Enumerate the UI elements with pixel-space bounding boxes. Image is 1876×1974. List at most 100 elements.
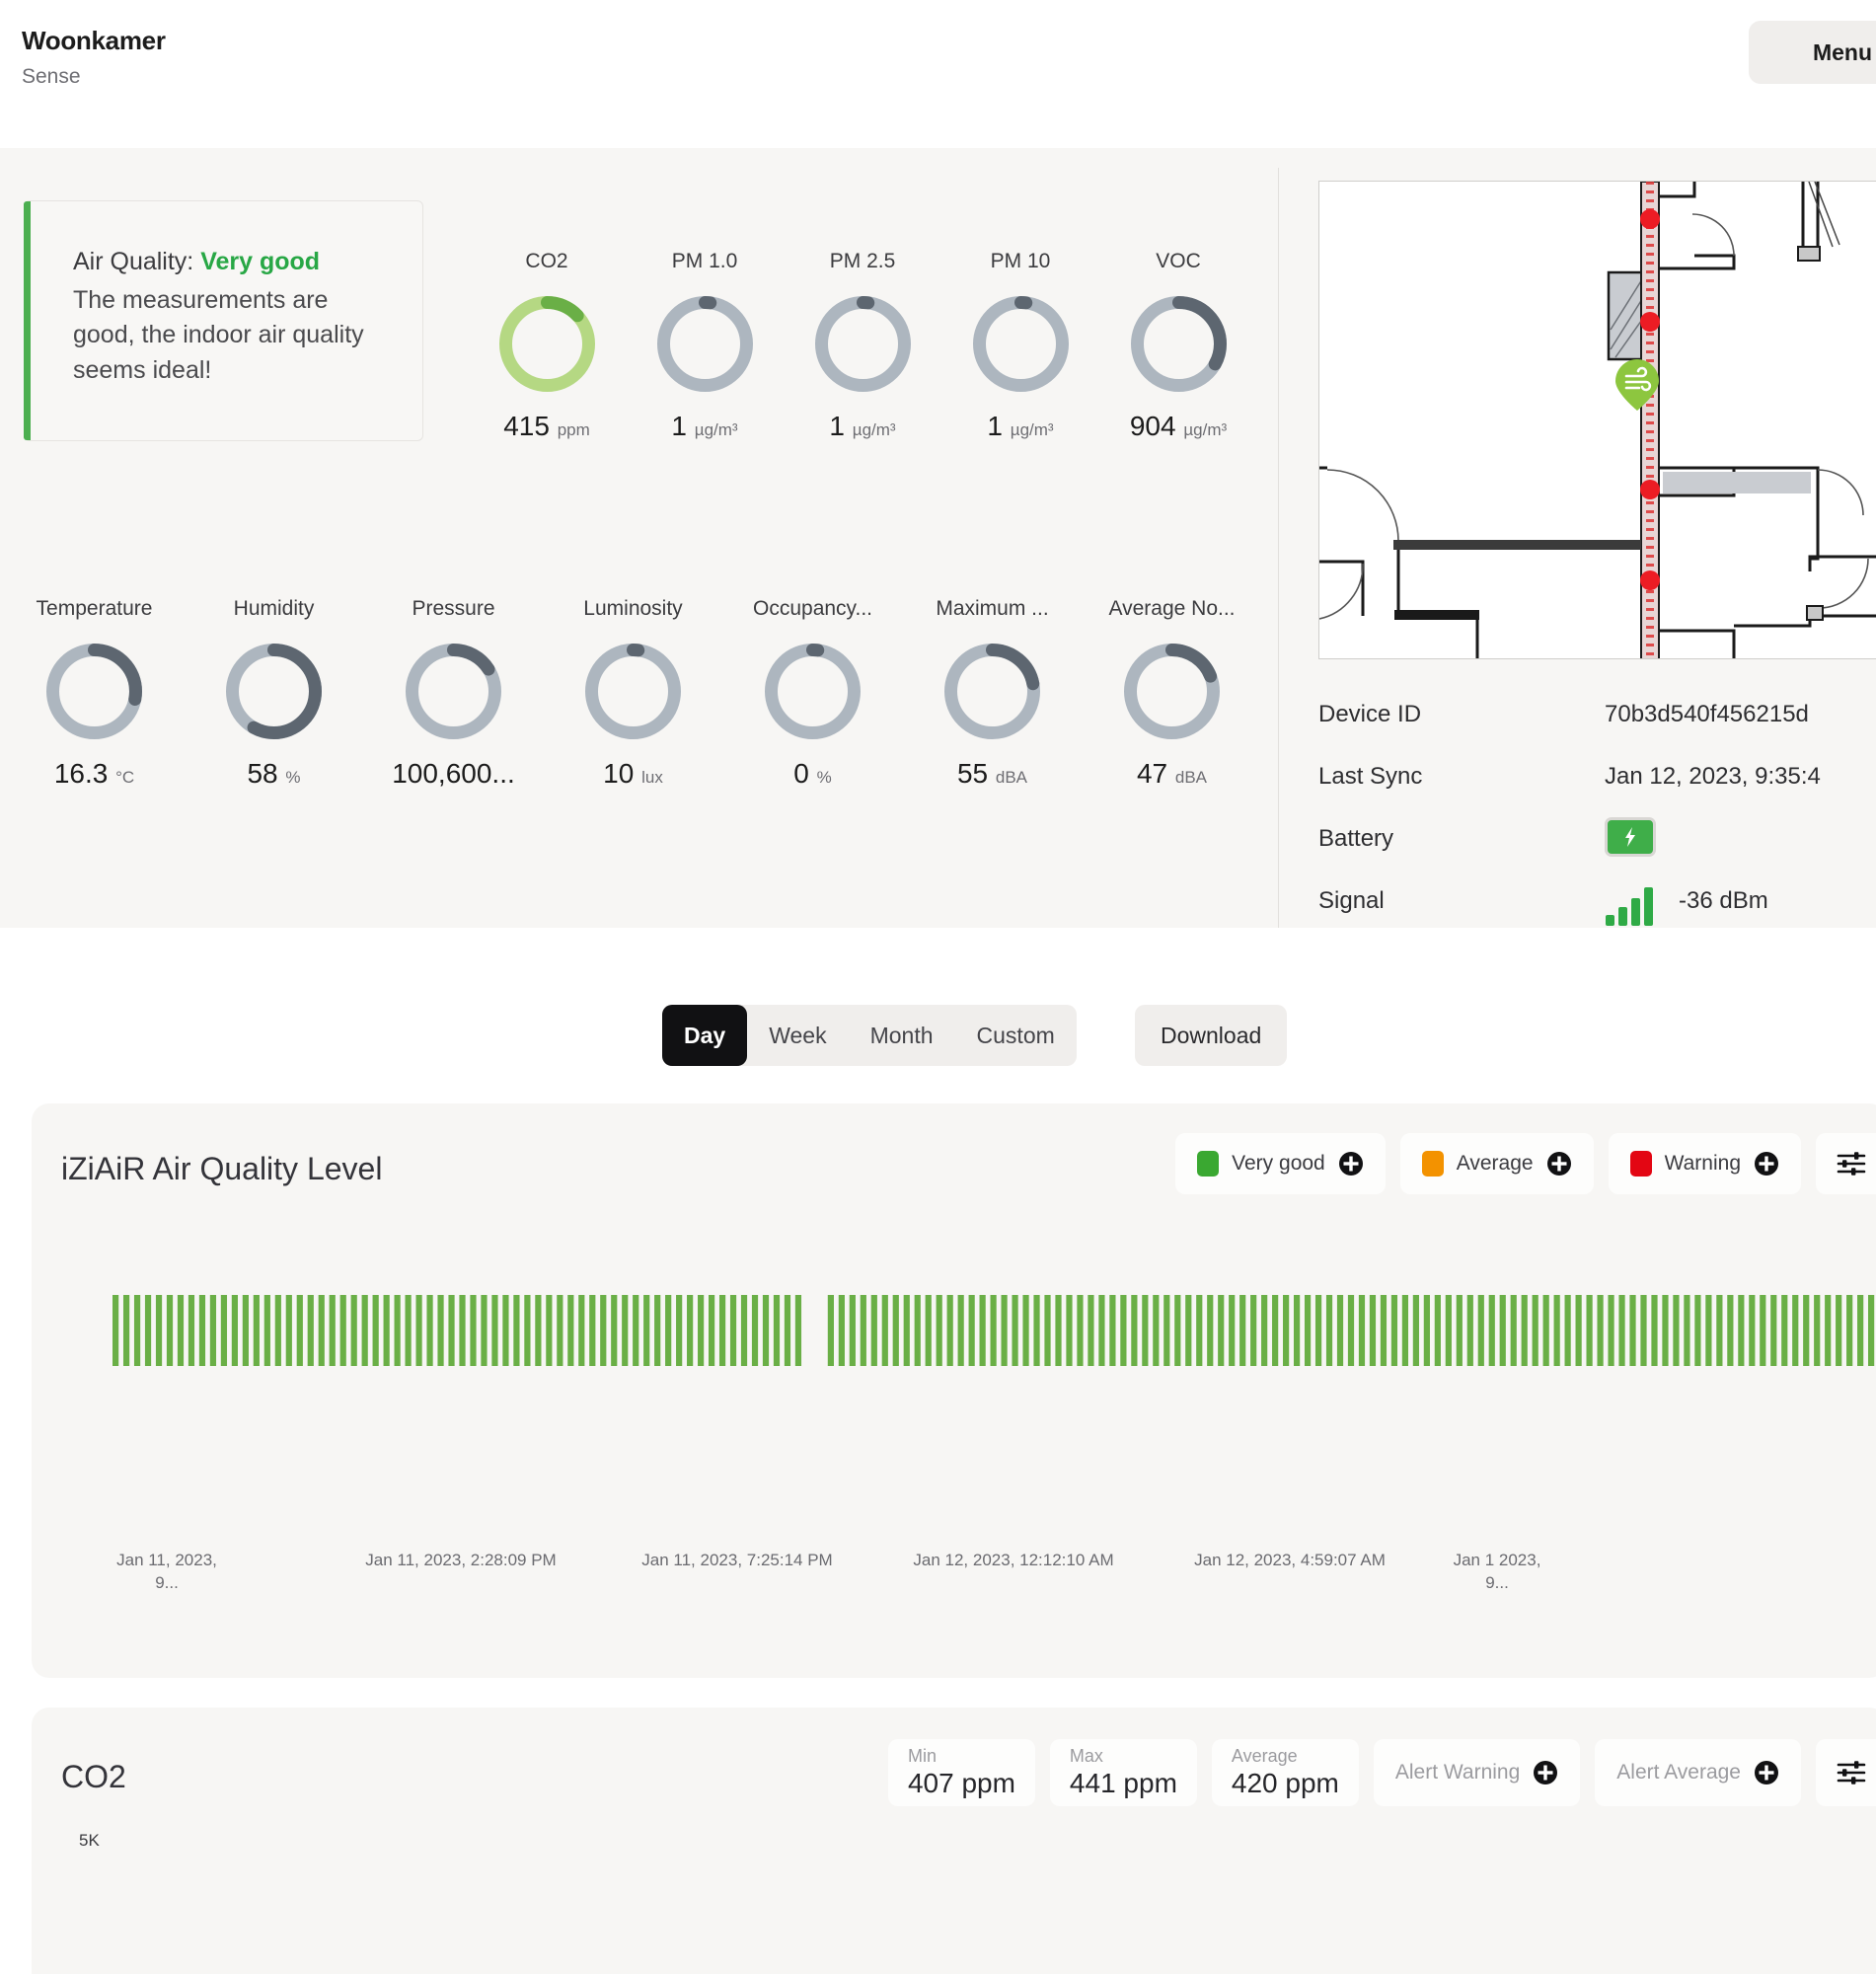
bar[interactable]: [242, 1295, 249, 1366]
bar[interactable]: [1131, 1295, 1138, 1366]
bar[interactable]: [546, 1295, 553, 1366]
bar[interactable]: [1477, 1295, 1484, 1366]
bar[interactable]: [1283, 1295, 1290, 1366]
bar[interactable]: [426, 1295, 433, 1366]
sensor-gauge-luminosity[interactable]: Luminosity 10 lux: [547, 597, 719, 790]
bar[interactable]: [1142, 1295, 1149, 1366]
bar[interactable]: [1499, 1295, 1506, 1366]
bar[interactable]: [1575, 1295, 1582, 1366]
bar[interactable]: [1098, 1295, 1105, 1366]
bar[interactable]: [1488, 1295, 1495, 1366]
bar[interactable]: [1836, 1295, 1842, 1366]
bar[interactable]: [870, 1295, 877, 1366]
bar[interactable]: [600, 1295, 607, 1366]
bar[interactable]: [133, 1295, 141, 1366]
bar[interactable]: [1336, 1295, 1344, 1366]
sensor-gauge-pm-10[interactable]: PM 10 1 µg/m³: [956, 250, 1085, 442]
sensor-gauge-voc[interactable]: VOC 904 µg/m³: [1114, 250, 1242, 442]
bar[interactable]: [751, 1295, 759, 1366]
bar[interactable]: [491, 1295, 498, 1366]
bar[interactable]: [1347, 1295, 1355, 1366]
bar[interactable]: [567, 1295, 574, 1366]
bar[interactable]: [773, 1295, 781, 1366]
bar[interactable]: [838, 1295, 845, 1366]
time-range-tabs[interactable]: Day Week Month Custom: [662, 1005, 1077, 1066]
bar[interactable]: [1229, 1295, 1236, 1366]
bar[interactable]: [794, 1295, 802, 1366]
bar[interactable]: [1716, 1295, 1723, 1366]
bar[interactable]: [1651, 1295, 1658, 1366]
bar[interactable]: [231, 1295, 238, 1366]
sensor-gauge-maximum[interactable]: Maximum ... 55 dBA: [906, 597, 1079, 790]
sensor-gauge-average-no[interactable]: Average No... 47 dBA: [1086, 597, 1258, 790]
bar[interactable]: [881, 1295, 888, 1366]
bar[interactable]: [740, 1295, 748, 1366]
bar[interactable]: [1694, 1295, 1701, 1366]
floorplan-map[interactable]: Le: [1318, 181, 1876, 659]
bar[interactable]: [1012, 1295, 1018, 1366]
bar[interactable]: [535, 1295, 542, 1366]
bar[interactable]: [296, 1295, 303, 1366]
bar[interactable]: [513, 1295, 520, 1366]
bar[interactable]: [968, 1295, 975, 1366]
bar[interactable]: [1684, 1295, 1690, 1366]
bar[interactable]: [957, 1295, 964, 1366]
bar[interactable]: [1770, 1295, 1777, 1366]
bar[interactable]: [188, 1295, 195, 1366]
bar[interactable]: [827, 1295, 834, 1366]
bar[interactable]: [1564, 1295, 1571, 1366]
bar[interactable]: [1749, 1295, 1756, 1366]
bar[interactable]: [220, 1295, 228, 1366]
bar[interactable]: [383, 1295, 390, 1366]
bar[interactable]: [263, 1295, 270, 1366]
bar[interactable]: [1077, 1295, 1084, 1366]
co2-chart-settings-button[interactable]: [1816, 1739, 1876, 1806]
bar[interactable]: [1846, 1295, 1853, 1366]
bar[interactable]: [914, 1295, 921, 1366]
tab-week[interactable]: Week: [747, 1005, 848, 1066]
bar[interactable]: [502, 1295, 509, 1366]
bar[interactable]: [415, 1295, 422, 1366]
bar[interactable]: [1445, 1295, 1452, 1366]
bar[interactable]: [1857, 1295, 1864, 1366]
bar[interactable]: [361, 1295, 368, 1366]
bar[interactable]: [437, 1295, 444, 1366]
bar[interactable]: [1868, 1295, 1875, 1366]
bar[interactable]: [1423, 1295, 1430, 1366]
bar[interactable]: [1380, 1295, 1388, 1366]
bar[interactable]: [1727, 1295, 1734, 1366]
bar[interactable]: [1120, 1295, 1127, 1366]
bar[interactable]: [762, 1295, 770, 1366]
bar[interactable]: [1608, 1295, 1614, 1366]
bar[interactable]: [784, 1295, 791, 1366]
sensor-gauge-humidity[interactable]: Humidity 58 %: [188, 597, 360, 790]
legend-chip-warning[interactable]: Warning: [1608, 1133, 1801, 1194]
tab-custom[interactable]: Custom: [955, 1005, 1077, 1066]
air-quality-chart-settings-button[interactable]: [1816, 1133, 1876, 1194]
sensor-gauge-pressure[interactable]: Pressure 100,600...: [367, 597, 540, 790]
bar[interactable]: [1456, 1295, 1463, 1366]
bar[interactable]: [1640, 1295, 1647, 1366]
bar[interactable]: [1521, 1295, 1528, 1366]
bar[interactable]: [144, 1295, 152, 1366]
bar[interactable]: [1792, 1295, 1799, 1366]
bar[interactable]: [589, 1295, 596, 1366]
bar[interactable]: [892, 1295, 899, 1366]
bar[interactable]: [274, 1295, 281, 1366]
bar[interactable]: [198, 1295, 206, 1366]
bar[interactable]: [339, 1295, 346, 1366]
bar[interactable]: [318, 1295, 325, 1366]
bar[interactable]: [643, 1295, 650, 1366]
bar[interactable]: [849, 1295, 856, 1366]
bar[interactable]: [1314, 1295, 1322, 1366]
bar[interactable]: [113, 1295, 119, 1366]
bar[interactable]: [1239, 1295, 1246, 1366]
bar[interactable]: [622, 1295, 629, 1366]
bar[interactable]: [676, 1295, 683, 1366]
bar[interactable]: [1272, 1295, 1279, 1366]
bar[interactable]: [177, 1295, 185, 1366]
bar[interactable]: [1401, 1295, 1409, 1366]
bar[interactable]: [990, 1295, 997, 1366]
bar[interactable]: [698, 1295, 705, 1366]
bar[interactable]: [122, 1295, 130, 1366]
